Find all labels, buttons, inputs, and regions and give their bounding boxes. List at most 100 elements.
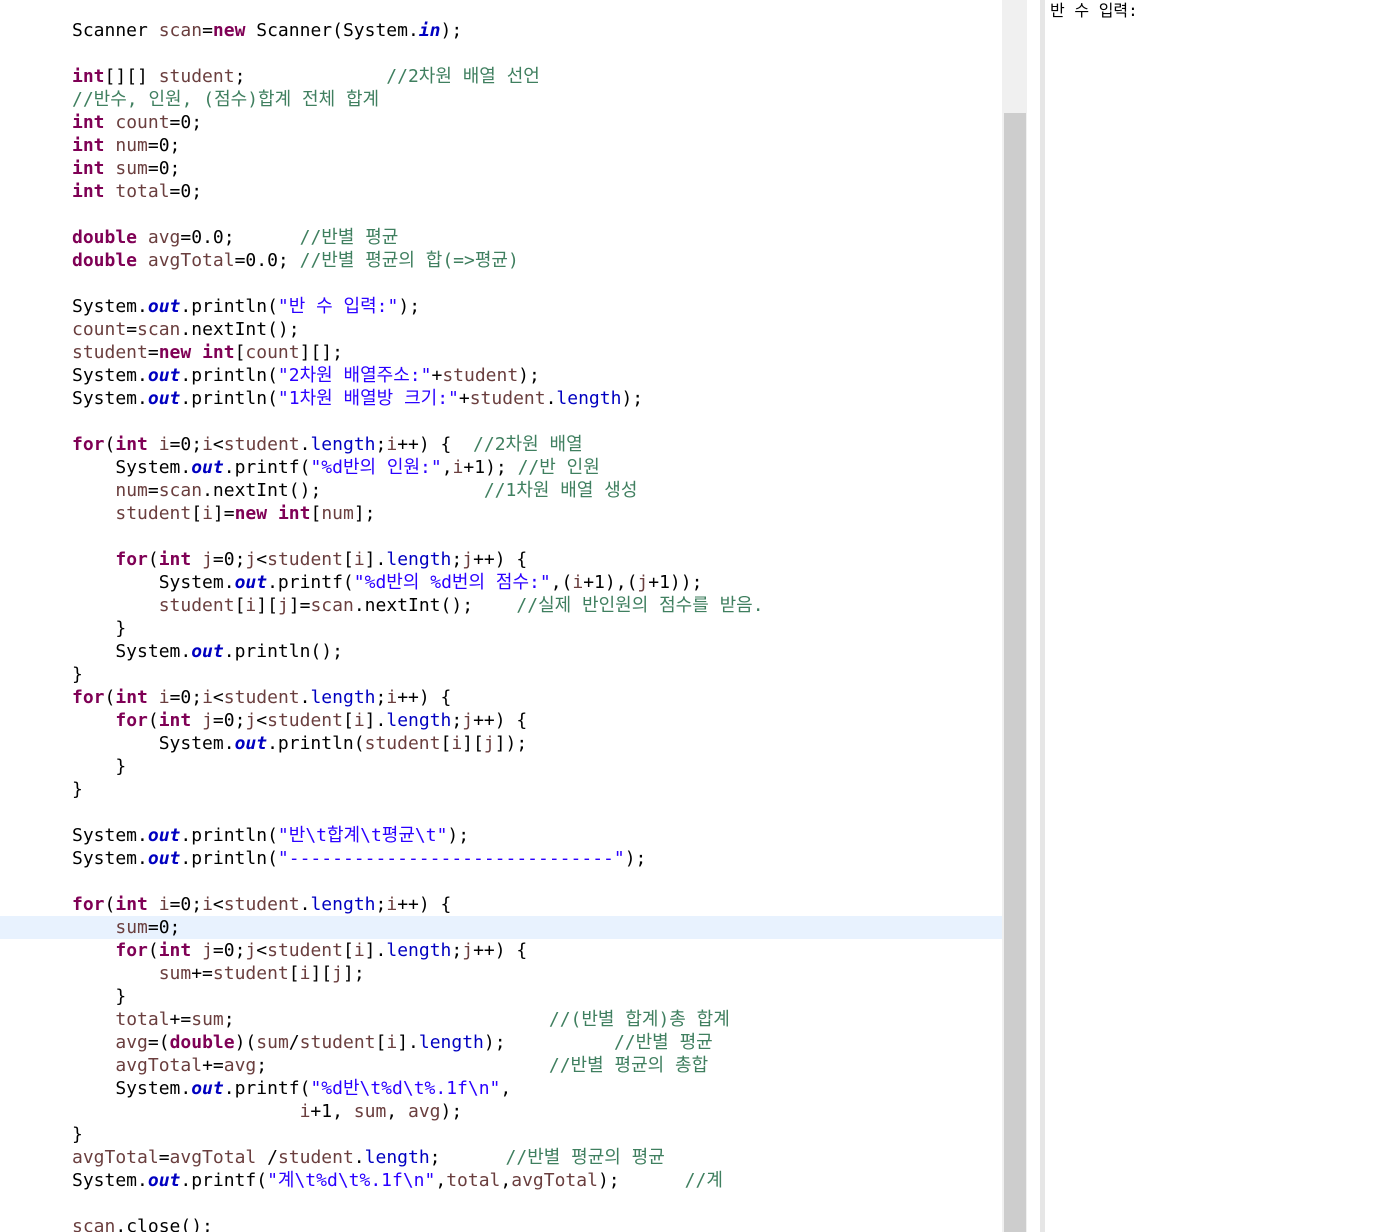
- code-token-kw: int: [158, 710, 192, 731]
- code-line[interactable]: int[][] student; //2차원 배열 선언: [72, 65, 540, 88]
- code-line[interactable]: System.out.printf("%d반의 %d번의 점수:",(i+1),…: [72, 571, 703, 594]
- code-line[interactable]: }: [72, 1123, 83, 1146]
- code-line[interactable]: System.out.printf("계\t%d\t%.1f\n",total,…: [72, 1169, 723, 1192]
- code-line[interactable]: for(int j=0;j<student[i].length;j++) {: [72, 939, 527, 962]
- editor-scrollbar-thumb[interactable]: [1004, 113, 1026, 1232]
- code-line[interactable]: int num=0;: [72, 134, 180, 157]
- code-token-plain: System.: [72, 825, 148, 846]
- code-line[interactable]: System.out.println("반 수 입력:");: [72, 295, 420, 318]
- code-token-var: i: [386, 687, 398, 708]
- code-token-fld: length: [386, 940, 452, 961]
- code-token-plain: System.: [72, 641, 192, 662]
- code-token-var: i: [202, 503, 213, 524]
- code-token-str: "1차원 배열방 크기:": [277, 388, 459, 409]
- code-token-plain: System.: [72, 296, 148, 317]
- code-token-plain: (: [104, 894, 116, 915]
- code-token-plain: ]=: [288, 595, 311, 616]
- code-token-kw: new: [158, 342, 192, 363]
- code-token-plain: <: [256, 710, 268, 731]
- code-token-str: "%d반\t%d\t%.1f\n": [310, 1078, 501, 1099]
- code-token-var: student: [223, 894, 300, 915]
- code-line[interactable]: }: [72, 985, 126, 1008]
- code-token-var: avg: [147, 227, 181, 248]
- code-line[interactable]: count=scan.nextInt();: [72, 318, 300, 341]
- code-token-plain: .: [299, 894, 311, 915]
- code-token-var: student: [267, 549, 343, 570]
- code-token-plain: .printf(: [267, 572, 354, 593]
- code-line[interactable]: }: [72, 617, 126, 640]
- code-token-plain: ,: [435, 1170, 447, 1191]
- code-line[interactable]: student[i][j]=scan.nextInt(); //실제 반인원의 …: [72, 594, 764, 617]
- code-line[interactable]: sum=0;: [72, 916, 180, 939]
- code-line[interactable]: for(int j=0;j<student[i].length;j++) {: [72, 548, 527, 571]
- code-token-var: sum: [353, 1101, 387, 1122]
- code-line[interactable]: for(int i=0;i<student.length;i++) { //2차…: [72, 433, 583, 456]
- code-line[interactable]: for(int i=0;i<student.length;i++) {: [72, 893, 451, 916]
- code-line[interactable]: int total=0;: [72, 180, 202, 203]
- code-line[interactable]: int sum=0;: [72, 157, 180, 180]
- code-line[interactable]: System.out.printf("%d반의 인원:",i+1); //반 인…: [72, 456, 599, 479]
- code-token-var: student: [469, 388, 546, 409]
- code-line[interactable]: num=scan.nextInt(); //1차원 배열 생성: [72, 479, 637, 502]
- code-line[interactable]: for(int j=0;j<student[i].length;j++) {: [72, 709, 527, 732]
- code-token-plain: ,(: [550, 572, 573, 593]
- code-line[interactable]: student=new int[count][];: [72, 341, 343, 364]
- code-line[interactable]: int count=0;: [72, 111, 202, 134]
- code-token-var: scan: [137, 319, 181, 340]
- code-line[interactable]: double avgTotal=0.0; //반별 평균의 합(=>평균): [72, 249, 519, 272]
- code-line[interactable]: }: [72, 663, 83, 686]
- code-token-plain: .println(: [180, 848, 278, 869]
- code-token-var: student: [442, 365, 519, 386]
- code-token-kw: int: [158, 549, 192, 570]
- code-token-var: num: [321, 503, 354, 524]
- code-token-sfld: out: [147, 388, 181, 409]
- code-line[interactable]: System.out.printf("%d반\t%d\t%.1f\n",: [72, 1077, 511, 1100]
- code-token-var: student: [158, 595, 235, 616]
- code-line[interactable]: System.out.println();: [72, 640, 343, 663]
- code-line[interactable]: i+1, sum, avg);: [72, 1100, 463, 1123]
- code-token-plain: .: [299, 687, 311, 708]
- code-token-plain: .printf(: [223, 1078, 311, 1099]
- code-line[interactable]: sum+=student[i][j];: [72, 962, 365, 985]
- code-line[interactable]: System.out.println("2차원 배열주소:"+student);: [72, 364, 540, 387]
- code-token-plain: ++) {: [473, 940, 528, 961]
- code-line[interactable]: System.out.println("1차원 배열방 크기:"+student…: [72, 387, 643, 410]
- code-line[interactable]: avg=(double)(sum/student[i].length); //반…: [72, 1031, 712, 1054]
- code-line[interactable]: total+=sum; //(반별 합계)총 합계: [72, 1008, 729, 1031]
- code-token-sfld: out: [234, 733, 268, 754]
- code-line[interactable]: Scanner scan=new Scanner(System.in);: [72, 19, 462, 42]
- code-line[interactable]: }: [72, 778, 83, 801]
- code-token-kw: int: [72, 181, 105, 202]
- code-line[interactable]: scan.close();: [72, 1215, 213, 1232]
- code-editor[interactable]: Scanner scan=new Scanner(System.in); int[…: [0, 0, 1002, 1232]
- code-token-plain: );: [621, 388, 644, 409]
- console-view[interactable]: 반 수 입력:: [1045, 0, 1379, 1232]
- code-line[interactable]: avgTotal+=avg; //반별 평균의 총합: [72, 1054, 708, 1077]
- code-token-str: "2차원 배열주소:": [277, 365, 432, 386]
- code-token-plain: ]=: [212, 503, 235, 524]
- code-token-plain: /: [288, 1032, 300, 1053]
- code-token-plain: [: [342, 940, 354, 961]
- code-token-plain: +: [431, 365, 443, 386]
- code-line[interactable]: }: [72, 755, 126, 778]
- code-line[interactable]: System.out.println(student[i][j]);: [72, 732, 528, 755]
- code-token-var: student: [277, 1147, 354, 1168]
- code-line[interactable]: //반수, 인원, (점수)합계 전체 합계: [72, 88, 379, 111]
- code-token-com: //반수, 인원, (점수)합계 전체 합계: [72, 89, 380, 110]
- code-token-var: student: [364, 733, 441, 754]
- code-line[interactable]: student[i]=new int[num];: [72, 502, 375, 525]
- code-token-plain: =: [147, 342, 159, 363]
- code-line[interactable]: double avg=0.0; //반별 평균: [72, 226, 398, 249]
- code-token-var: j: [483, 733, 495, 754]
- code-token-var: i: [353, 549, 365, 570]
- code-line[interactable]: for(int i=0;i<student.length;i++) {: [72, 686, 451, 709]
- code-line[interactable]: avgTotal=avgTotal /student.length; //반별 …: [72, 1146, 665, 1169]
- code-token-var: total: [115, 181, 170, 202]
- code-token-kw: new: [234, 503, 268, 524]
- code-line[interactable]: System.out.println("--------------------…: [72, 847, 646, 870]
- code-line[interactable]: System.out.println("반\t합계\t평균\t");: [72, 824, 469, 847]
